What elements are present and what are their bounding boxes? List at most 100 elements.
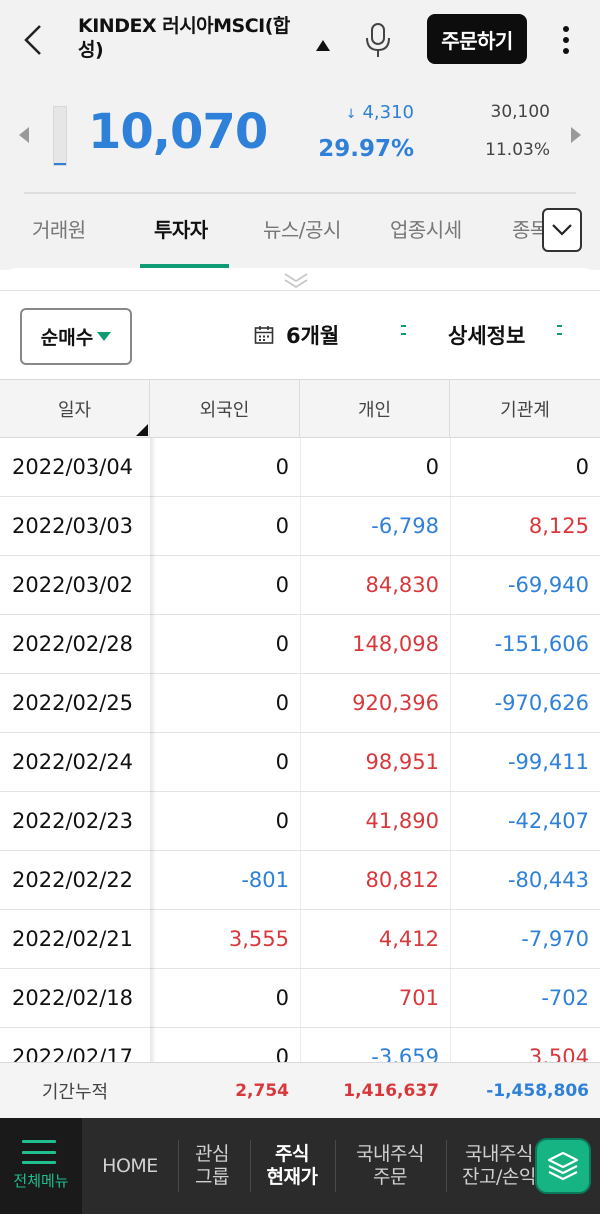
cell-individual: 80,812 [365, 868, 439, 892]
cell-foreign: 0 [275, 750, 289, 774]
table-row[interactable]: 2022/02/18 0 701 -702 [0, 969, 600, 1028]
cell-date: 2022/02/28 [0, 615, 150, 673]
cell-foreign: 0 [275, 986, 289, 1010]
cell-individual: 4,412 [378, 927, 439, 951]
period-total-row: 기간누적 2,754 1,416,637 -1,458,806 [0, 1062, 600, 1118]
caret-down-icon [97, 332, 112, 341]
calendar-icon [254, 326, 274, 344]
chevron-down-icon[interactable] [542, 208, 582, 252]
nav-stock-price[interactable]: 주식 현재가 [252, 1118, 332, 1214]
cell-date: 2022/02/21 [0, 910, 150, 968]
tab-investor[interactable]: 투자자 [154, 214, 208, 243]
table-row[interactable]: 2022/02/17 0 -3,659 3,504 [0, 1028, 600, 1062]
tab-bar: 거래원 투자자 뉴스/공시 업종시세 종목 [0, 194, 600, 270]
table-row[interactable]: 2022/03/02 0 84,830 -69,940 [0, 556, 600, 615]
cell-foreign: 0 [275, 632, 289, 656]
col-individual[interactable]: 개인 [300, 380, 450, 438]
cell-individual: 148,098 [352, 632, 439, 656]
layers-icon[interactable] [535, 1138, 591, 1194]
cell-individual: 98,951 [365, 750, 439, 774]
net-buy-dropdown[interactable]: 순매수 [20, 308, 132, 365]
total-institution: -1,458,806 [486, 1081, 589, 1101]
table-row[interactable]: 2022/03/04 0 0 0 [0, 438, 600, 497]
period-selector[interactable]: 6개월 [254, 318, 339, 352]
detail-info-button[interactable]: 상세정보 [448, 320, 525, 350]
volume: 30,100 [490, 102, 550, 122]
table-row[interactable]: 2022/02/28 0 148,098 -151,606 [0, 615, 600, 674]
cell-date: 2022/03/02 [0, 556, 150, 614]
prev-stock-icon[interactable] [19, 127, 29, 143]
tab-trading-firm[interactable]: 거래원 [32, 214, 86, 243]
cell-foreign: 0 [275, 809, 289, 833]
cell-institution: 3,504 [528, 1045, 589, 1062]
cell-individual: 84,830 [365, 573, 439, 597]
cell-individual: -6,798 [371, 514, 439, 538]
cell-individual: 701 [398, 986, 439, 1010]
cell-institution: -69,940 [507, 573, 589, 597]
table-row[interactable]: 2022/03/03 0 -6,798 8,125 [0, 497, 600, 556]
nav-watch-group[interactable]: 관심 그룹 [180, 1118, 244, 1214]
nav-domestic-order[interactable]: 국내주식 주문 [338, 1118, 442, 1214]
separator-icon [557, 325, 562, 335]
cell-date: 2022/02/17 [0, 1028, 150, 1062]
total-label: 기간누적 [41, 1082, 109, 1103]
cell-individual: 920,396 [352, 691, 439, 715]
cell-foreign: 3,555 [228, 927, 289, 951]
table-row[interactable]: 2022/02/24 0 98,951 -99,411 [0, 733, 600, 792]
cell-date: 2022/02/24 [0, 733, 150, 791]
separator-icon [401, 325, 406, 335]
cell-institution: -151,606 [494, 632, 589, 656]
cell-institution: -80,443 [507, 868, 589, 892]
cell-institution: 0 [575, 455, 589, 479]
cell-institution: -702 [541, 986, 589, 1010]
col-date[interactable]: 일자 [0, 380, 150, 438]
microphone-icon[interactable] [360, 20, 396, 60]
col-institution[interactable]: 기관계 [450, 380, 600, 438]
cell-institution: -7,970 [521, 927, 589, 951]
nav-home[interactable]: HOME [88, 1118, 172, 1214]
quote-panel: 10,070 ↓ 4,310 29.97% 30,100 11.03% [0, 80, 600, 194]
current-price: 10,070 [88, 104, 268, 160]
cell-institution: 8,125 [528, 514, 589, 538]
divider [0, 290, 600, 291]
total-individual: 1,416,637 [343, 1081, 439, 1101]
cell-individual: -3,659 [371, 1045, 439, 1062]
cell-foreign: 0 [275, 573, 289, 597]
change-percent: 29.97% [318, 136, 414, 162]
cell-foreign: 0 [275, 691, 289, 715]
cell-date: 2022/02/18 [0, 969, 150, 1027]
caret-down-icon[interactable] [316, 40, 330, 51]
cell-foreign: 0 [275, 514, 289, 538]
back-icon[interactable] [16, 20, 52, 60]
next-stock-icon[interactable] [571, 127, 581, 143]
table-header: 일자 외국인 개인 기관계 [0, 379, 600, 438]
app-header: KINDEX 러시아MSCI(합성) 주문하기 [0, 0, 600, 80]
cell-individual: 0 [425, 455, 439, 479]
investor-table[interactable]: 2022/03/04 0 0 0 2022/03/03 0 -6,798 8,125 2022/… [0, 438, 600, 1062]
cell-individual: 41,890 [365, 809, 439, 833]
total-foreign: 2,754 [235, 1081, 289, 1101]
order-button[interactable]: 주문하기 [427, 14, 527, 64]
bottom-nav: 전체메뉴 HOME 관심 그룹 주식 현재가 국내주식 주문 국내주식 잔고/손익 [0, 1118, 600, 1214]
table-row[interactable]: 2022/02/21 3,555 4,412 -7,970 [0, 910, 600, 969]
cell-foreign: 0 [275, 1045, 289, 1062]
hamburger-icon [22, 1140, 56, 1164]
cell-date: 2022/02/22 [0, 851, 150, 909]
investor-panel: 순매수 6개월 상세정보 일자 외국인 개인 기관계 2022/03/04 0 0 0… [0, 268, 600, 1118]
cell-date: 2022/02/23 [0, 792, 150, 850]
price-change: ↓ 4,310 [345, 102, 414, 123]
arrow-down-icon: ↓ [345, 107, 357, 122]
table-row[interactable]: 2022/02/23 0 41,890 -42,407 [0, 792, 600, 851]
cell-date: 2022/02/25 [0, 674, 150, 732]
stock-title[interactable]: KINDEX 러시아MSCI(합성) [78, 14, 300, 62]
tab-industry[interactable]: 업종시세 [390, 214, 462, 243]
col-foreign[interactable]: 외국인 [150, 380, 300, 438]
sort-corner-icon [136, 424, 148, 436]
more-vertical-icon[interactable] [552, 22, 580, 58]
collapse-handle-icon[interactable] [282, 270, 310, 290]
cell-date: 2022/03/03 [0, 497, 150, 555]
table-row[interactable]: 2022/02/25 0 920,396 -970,626 [0, 674, 600, 733]
table-row[interactable]: 2022/02/22 -801 80,812 -80,443 [0, 851, 600, 910]
all-menu-button[interactable]: 전체메뉴 [0, 1118, 82, 1214]
tab-news[interactable]: 뉴스/공시 [263, 214, 341, 243]
